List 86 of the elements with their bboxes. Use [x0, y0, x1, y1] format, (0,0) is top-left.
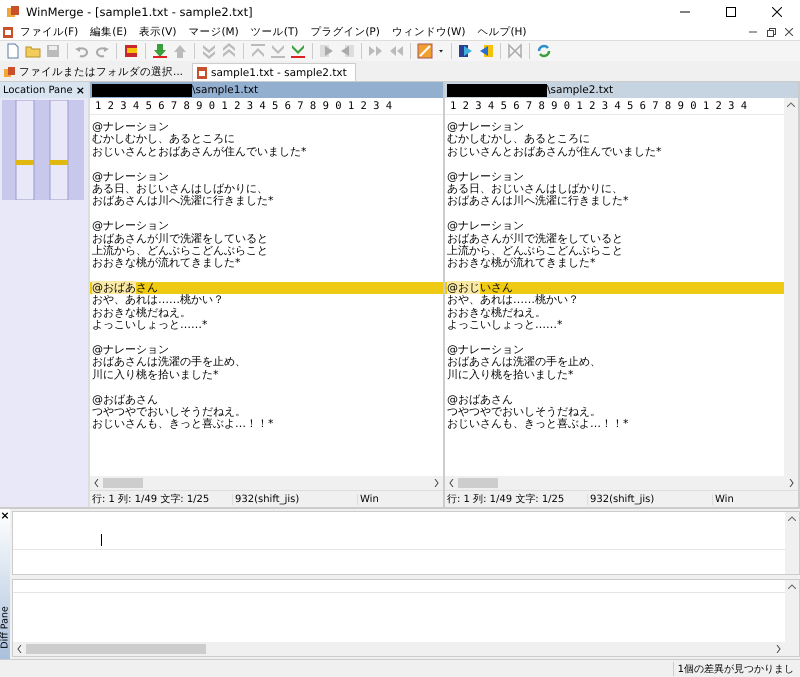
- scrollbar-thumb[interactable]: [458, 478, 498, 488]
- status-message: 1個の差異が見つかりまし: [672, 662, 794, 676]
- text-line: ある日、おじいさんはしばかりに、: [91, 182, 269, 195]
- text-line: 川に入り桃を拾いました*: [446, 368, 574, 382]
- text-line: むかしむかし、あるところに: [91, 133, 236, 146]
- window-title: WinMerge - [sample1.txt - sample2.txt]: [26, 5, 254, 19]
- diff-text: さん: [136, 281, 158, 294]
- text-line: @ナレーション: [91, 170, 170, 183]
- text-line: よっこいしょっと……*: [91, 319, 208, 332]
- text-line: @ナレーション: [91, 344, 169, 356]
- menu-item[interactable]: 編集(E): [84, 25, 134, 39]
- text-line: つやつやでおいしそうだねえ。: [91, 406, 247, 418]
- horizontal-scrollbar[interactable]: [90, 476, 443, 490]
- pane-title: Diff Pane: [0, 606, 10, 649]
- menu-item[interactable]: ヘルプ(H): [471, 25, 533, 39]
- text-line: おばあさんは洗濯の手を止め、: [446, 356, 602, 369]
- text-line: よっこいしょっと……*: [446, 319, 564, 332]
- horizontal-scrollbar[interactable]: [445, 476, 798, 490]
- column-ruler: 1 2 3 4 5 6 7 8 9 0 1 2 3 4 5 6 7 8 9 0 1 2 3 4: [445, 98, 784, 115]
- text-line: @ナレーション: [91, 121, 170, 134]
- cursor-position: 行: 1 列: 1/49 文字: 1/25: [446, 492, 566, 506]
- text-line: おおきな桃だねえ。: [446, 306, 547, 320]
- refresh-icon[interactable]: [535, 42, 553, 60]
- menu-item[interactable]: 表示(V): [133, 25, 182, 39]
- text-line: おおきな桃だねえ。: [91, 306, 192, 320]
- text-line: おばあさんは川へ洗濯に行きました*: [91, 195, 274, 208]
- bar-down-arrow-icon[interactable]: [289, 42, 307, 60]
- text-line: @おばあさん: [446, 394, 514, 406]
- close-icon[interactable]: [772, 7, 782, 17]
- text-line: おじいさんとおばあさんが住んでいました*: [446, 146, 662, 158]
- menu-item[interactable]: マージ(M): [182, 25, 245, 39]
- text-line: おばあさんが川で洗濯をしていると: [446, 232, 624, 245]
- menu-item[interactable]: ウィンドウ(W): [386, 25, 472, 39]
- file-path: \sample1.txt: [192, 84, 258, 96]
- app-icon: [6, 5, 20, 19]
- tab[interactable]: sample1.txt - sample2.txt: [192, 63, 356, 81]
- text-line: @ナレーション: [446, 344, 524, 356]
- text-line: おばあさんは川へ洗濯に行きました*: [446, 195, 630, 208]
- text-line: おばあさんが川で洗濯をしていると: [91, 232, 269, 245]
- text-line: おおきな桃が流れてきました*: [91, 257, 242, 270]
- encoding-label: 932(shift_jis): [587, 494, 712, 504]
- minimize-icon[interactable]: [680, 11, 690, 13]
- text-line: @ナレーション: [446, 121, 525, 134]
- close-button[interactable]: ×: [76, 84, 85, 96]
- diff-text: いさん: [480, 281, 513, 294]
- encoding-label: 932(shift_jis): [232, 494, 357, 504]
- text-line: おおきな桃が流れてきました*: [446, 257, 596, 270]
- diff-text: @おばあ: [92, 281, 136, 294]
- close-button[interactable]: ×: [0, 509, 10, 522]
- file-path: \sample2.txt: [547, 84, 614, 96]
- line-ending-label: Win: [712, 494, 755, 504]
- menu-item[interactable]: ファイル(F): [14, 25, 84, 39]
- minimize-icon[interactable]: [749, 31, 757, 33]
- text-line: 川に入り桃を拾いました*: [91, 368, 220, 382]
- text-line: おや、あれは……桃かい？: [446, 294, 580, 307]
- line-ending-label: Win: [357, 494, 400, 504]
- text-line: 上流から、どんぶらこどんぶらこと: [91, 244, 269, 257]
- file-icon: [196, 66, 208, 78]
- text-line: @ナレーション: [446, 170, 525, 183]
- menu-item[interactable]: プラグイン(P): [304, 25, 386, 39]
- restore-icon[interactable]: [766, 28, 776, 36]
- text-line: つやつやでおいしそうだねえ。: [446, 406, 602, 418]
- horizontal-scrollbar[interactable]: [13, 642, 785, 656]
- text-line: おばあさんは洗濯の手を止め、: [91, 356, 247, 369]
- menu-item[interactable]: ツール(T): [244, 25, 304, 39]
- text-line: むかしむかし、あるところに: [446, 133, 591, 146]
- scrollbar-thumb[interactable]: [103, 478, 143, 488]
- scrollbar-thumb[interactable]: [26, 644, 206, 654]
- text-line: @ナレーション: [446, 220, 525, 233]
- text-line: @おばあさん: [91, 394, 159, 406]
- text-line: ある日、おじいさんはしばかりに、: [446, 182, 624, 195]
- maximize-icon[interactable]: [726, 7, 736, 17]
- diff-text: @おじ: [447, 281, 480, 294]
- close-icon[interactable]: [785, 28, 793, 36]
- pane-title: Location Pane: [3, 84, 73, 96]
- vertical-scrollbar[interactable]: [784, 98, 798, 476]
- text-line: @ナレーション: [91, 220, 170, 233]
- text-line: おじいさんも、きっと喜ぶよ…！！*: [446, 418, 630, 431]
- text-line: おや、あれは……桃かい？: [91, 294, 225, 307]
- text-line: おじいさんも、きっと喜ぶよ…！！*: [91, 418, 274, 431]
- file-icon: [4, 66, 16, 78]
- cursor-position: 行: 1 列: 1/49 文字: 1/25: [91, 492, 210, 506]
- text-line: 上流から、どんぶらこどんぶらこと: [446, 244, 624, 257]
- text-line: おじいさんとおばあさんが住んでいました*: [91, 146, 308, 158]
- down-arrow-icon[interactable]: [151, 42, 169, 60]
- column-ruler: 1 2 3 4 5 6 7 8 9 0 1 2 3 4 5 6 7 8 9 0 1 2 3 4: [90, 98, 443, 115]
